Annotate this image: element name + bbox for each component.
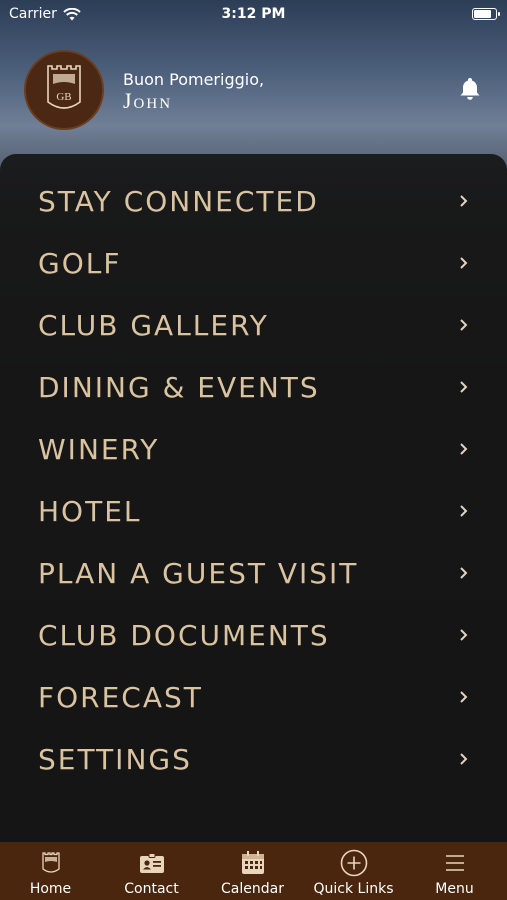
menu-item-label: PLAN A GUEST VISIT [38,557,359,590]
tab-label: Contact [124,881,179,897]
tab-home[interactable]: Home [0,842,101,900]
menu-item-winery[interactable]: WINERY [0,420,507,478]
logo-text: GB [56,91,71,103]
menu-item-forecast[interactable]: FORECAST [0,668,507,726]
chevron-right-icon [460,691,468,703]
menu-item-club-documents[interactable]: CLUB DOCUMENTS [0,606,507,664]
chevron-right-icon [460,443,468,455]
logo-icon [42,852,60,873]
tab-label: Home [29,881,72,897]
chevron-right-icon [460,505,468,517]
chevron-right-icon [460,381,468,393]
logo-icon: GB [47,65,81,109]
bell-icon[interactable] [455,74,485,104]
menu-item-label: CLUB GALLERY [38,309,269,342]
menu-item-golf[interactable]: GOLF [0,234,507,292]
status-bar: Carrier 3:12 PM [0,0,507,30]
menu-item-plan-guest-visit[interactable]: PLAN A GUEST VISIT [0,544,507,602]
tab-calendar[interactable]: Calendar [202,842,303,900]
menu-item-label: DINING & EVENTS [38,371,320,404]
battery-icon [472,8,500,20]
menu-item-label: FORECAST [38,681,203,714]
main-menu-panel: STAY CONNECTED GOLF CLUB GALLERY DINING … [0,154,507,842]
menu-item-label: GOLF [38,247,122,280]
chevron-right-icon [460,257,468,269]
menu-item-settings[interactable]: SETTINGS [0,730,507,788]
menu-item-label: CLUB DOCUMENTS [38,619,330,652]
chevron-right-icon [460,629,468,641]
chevron-right-icon [460,753,468,765]
tab-label: Calendar [221,881,284,897]
chevron-right-icon [460,195,468,207]
plus-circle-icon [340,849,368,877]
menu-item-club-gallery[interactable]: CLUB GALLERY [0,296,507,354]
tab-label: Menu [435,881,474,897]
contact-card-icon [140,853,164,873]
menu-item-label: SETTINGS [38,743,192,776]
header: GB Buon Pomeriggio, John [0,40,507,140]
menu-item-label: WINERY [38,433,160,466]
menu-item-stay-connected[interactable]: STAY CONNECTED [0,172,507,230]
club-logo[interactable]: GB [24,50,104,130]
clock: 3:12 PM [221,6,286,22]
user-name: John [123,88,173,113]
menu-item-label: HOTEL [38,495,142,528]
menu-item-hotel[interactable]: HOTEL [0,482,507,540]
tab-menu[interactable]: Menu [404,842,505,900]
tab-quick-links[interactable]: Quick Links [303,842,404,900]
chevron-right-icon [460,567,468,579]
chevron-right-icon [460,319,468,331]
menu-item-label: STAY CONNECTED [38,185,319,218]
bottom-tab-bar: Home Contact Calendar Quick Links Menu [0,842,507,900]
tab-contact[interactable]: Contact [101,842,202,900]
hamburger-icon [446,855,464,871]
greeting: Buon Pomeriggio, [123,70,265,89]
battery-fill [474,10,492,18]
calendar-icon [242,851,264,874]
menu-item-dining-events[interactable]: DINING & EVENTS [0,358,507,416]
tab-label: Quick Links [313,881,394,897]
